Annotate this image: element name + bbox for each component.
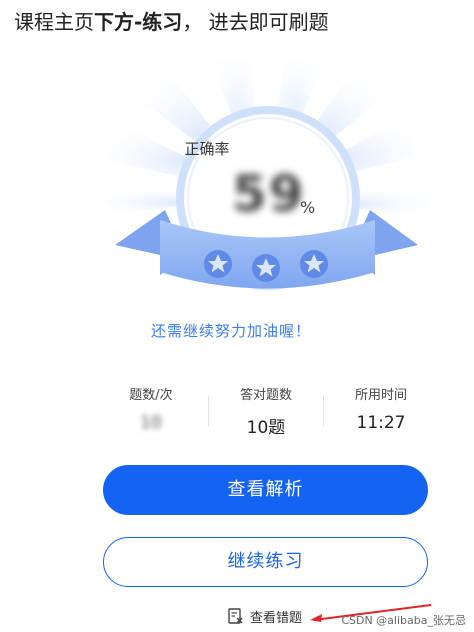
stat-value: 10题	[246, 418, 286, 438]
star-icon-1	[204, 250, 232, 278]
stat-label: 答对题数	[239, 388, 292, 403]
stat-time-used: 所用时间 11:27	[326, 384, 436, 433]
view-wrong-label: 查看错题	[250, 611, 303, 626]
stat-question-count: 题数/次 10	[96, 384, 206, 433]
encourage-text: 还需继续努力加油喔！	[150, 322, 311, 340]
stat-divider	[323, 396, 324, 426]
header-text-part2: ， 进去即可刷题	[182, 10, 329, 34]
view-analysis-button[interactable]: 查看解析	[103, 465, 428, 515]
header-text-bold: 下方-练习	[94, 10, 183, 34]
percent-sign: %	[300, 198, 316, 217]
stat-label: 题数/次	[129, 388, 173, 403]
stat-correct-count: 答对题数 10题	[211, 384, 321, 438]
star-icon-2	[252, 254, 280, 282]
stat-label: 所用时间	[354, 388, 407, 403]
stats-row: 题数/次 10 答对题数 10题 所用时间 11:27	[96, 384, 436, 444]
stat-divider	[208, 396, 209, 426]
header-text-part1: 课程主页	[14, 10, 94, 34]
header-instruction: 课程主页下方-练习， 进去即可刷题	[14, 6, 329, 35]
accuracy-label: 正确率	[184, 140, 230, 158]
stat-value: 11:27	[356, 413, 406, 433]
stat-value: 10	[140, 413, 162, 433]
wrong-questions-icon	[228, 608, 243, 624]
continue-practice-button[interactable]: 继续练习	[103, 537, 428, 587]
view-wrong-questions-link[interactable]: 查看错题	[228, 607, 302, 626]
star-icon-3	[300, 250, 328, 278]
csdn-watermark: CSDN @alibaba_张无忌	[341, 614, 466, 627]
accuracy-score: 59	[232, 165, 306, 223]
